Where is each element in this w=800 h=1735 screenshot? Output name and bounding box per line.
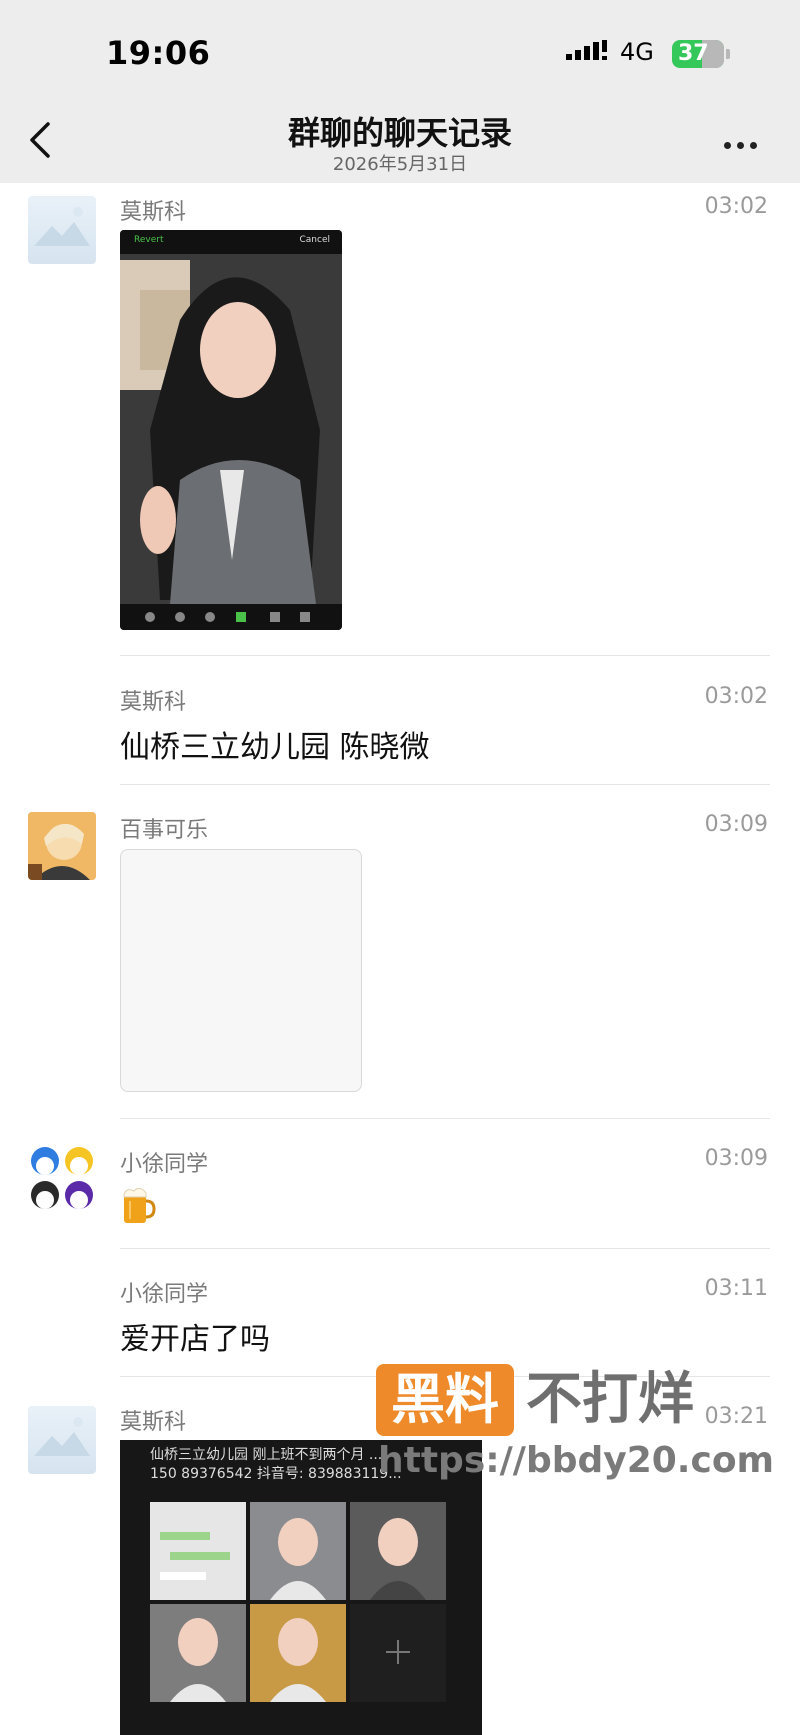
landscape-placeholder-icon bbox=[34, 207, 90, 246]
avatar-image-placeholder[interactable] bbox=[28, 1406, 96, 1474]
avatar-anime[interactable] bbox=[28, 812, 96, 880]
message-text: 爱开店了吗 bbox=[120, 1322, 270, 1357]
message-divider bbox=[120, 1248, 770, 1249]
sender-name: 莫斯科 bbox=[120, 690, 187, 715]
sender-name: 小徐同学 bbox=[120, 1282, 209, 1307]
landscape-placeholder-icon bbox=[34, 1417, 90, 1456]
status-time: 19:06 bbox=[106, 34, 211, 72]
message-divider bbox=[120, 655, 770, 656]
message-text: 仙桥三立幼儿园 陈晓微 bbox=[120, 730, 430, 765]
message-time: 03:02 bbox=[704, 194, 768, 219]
message-time: 03:11 bbox=[704, 1276, 768, 1301]
watermark-url: https://bbdy20.com bbox=[378, 1440, 775, 1481]
message-time: 03:09 bbox=[704, 812, 768, 837]
avatar-anime-image bbox=[28, 812, 96, 880]
battery-level: 37 bbox=[678, 41, 709, 66]
avatar-group-cartoon[interactable] bbox=[28, 1144, 96, 1212]
battery-indicator: 37 bbox=[672, 40, 730, 68]
sender-name: 小徐同学 bbox=[120, 1152, 209, 1177]
message-divider bbox=[120, 784, 770, 785]
image-toolbar-cancel: Cancel bbox=[299, 235, 331, 245]
image-toolbar-revert: Revert bbox=[134, 235, 164, 245]
watermark-big-text: 不打烊 bbox=[526, 1367, 694, 1432]
message-time: 03:09 bbox=[704, 1146, 768, 1171]
image-caption-text: 仙桥三立幼儿园 刚上班不到两个月 ... 150 89376542 抖音号: 8… bbox=[150, 1447, 402, 1482]
image-placeholder-card[interactable] bbox=[120, 849, 362, 1092]
message-time: 03:02 bbox=[704, 684, 768, 709]
page-subtitle-date: 2026年5月31日 bbox=[332, 154, 468, 175]
signal-icon bbox=[566, 40, 607, 60]
sender-name: 莫斯科 bbox=[120, 200, 187, 225]
battery-cap bbox=[726, 49, 730, 59]
avatar-cartoon-grid-image bbox=[31, 1147, 93, 1209]
watermark-box-text: 黑料 bbox=[376, 1364, 514, 1436]
sender-name: 莫斯科 bbox=[120, 1410, 187, 1435]
photo-message[interactable]: 仙桥三立幼儿园 刚上班不到两个月 ... 150 89376542 抖音号: 8… bbox=[120, 1440, 482, 1735]
watermark: 黑料 不打烊 https://bbdy20.com bbox=[376, 1364, 796, 1484]
photo-collage-image bbox=[150, 1502, 446, 1702]
photo-selfie-image bbox=[120, 230, 342, 630]
beer-mug-icon bbox=[123, 1187, 156, 1223]
more-options-icon[interactable] bbox=[724, 134, 764, 149]
page-title: 群聊的聊天记录 bbox=[287, 114, 512, 152]
network-type: 4G bbox=[620, 38, 654, 66]
sender-name: 百事可乐 bbox=[120, 818, 209, 843]
message-divider bbox=[120, 1118, 770, 1119]
avatar-image-placeholder[interactable] bbox=[28, 196, 96, 264]
photo-message[interactable]: Revert Cancel bbox=[120, 230, 342, 630]
top-bar: 19:06 4G 37 群聊的聊天记录 2026年5月31日 bbox=[0, 0, 800, 183]
